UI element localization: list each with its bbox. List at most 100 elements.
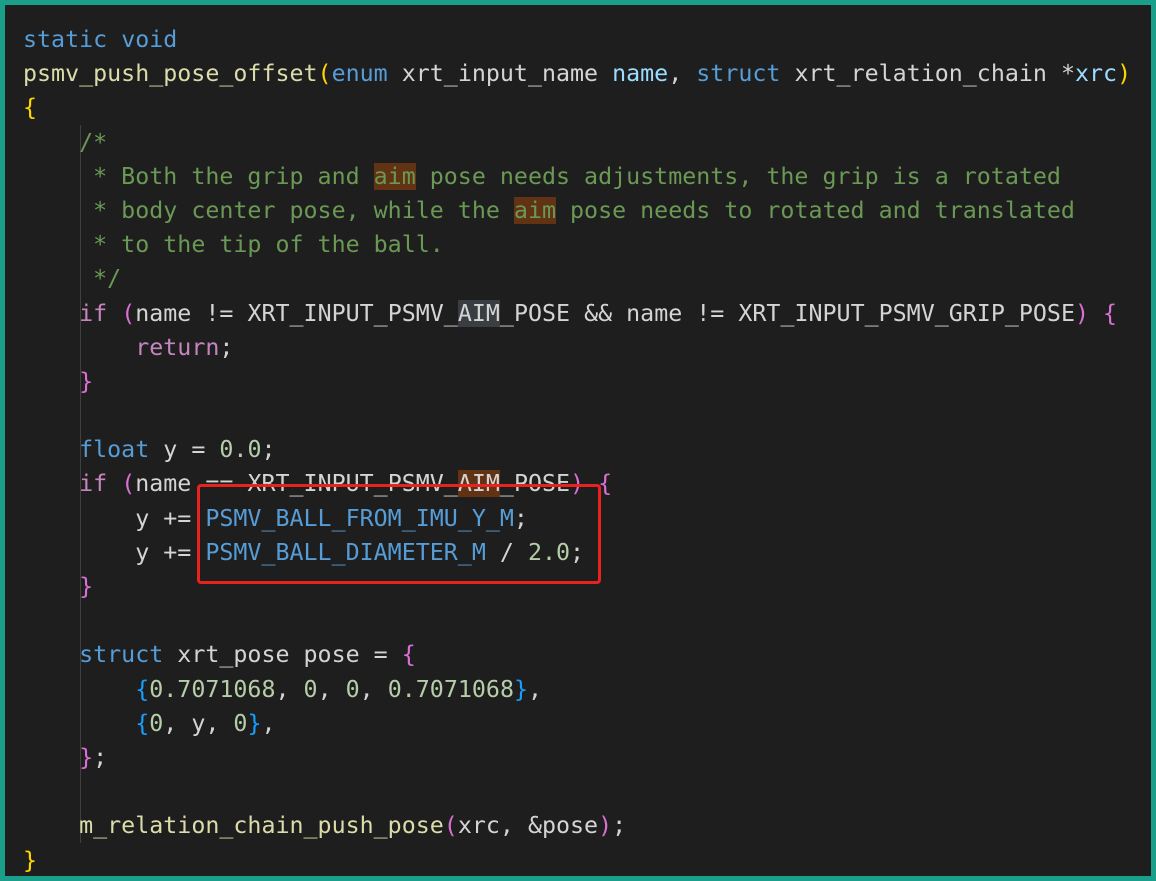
code-token: } bbox=[513, 675, 528, 703]
code-token: , bbox=[528, 675, 543, 703]
code-line: return; bbox=[23, 331, 1151, 365]
code-line: * to the tip of the ball. bbox=[23, 228, 1151, 262]
code-token: ( bbox=[443, 812, 458, 840]
code-token: 0.0 bbox=[219, 436, 262, 464]
code-line: } bbox=[23, 844, 1151, 877]
code-token: pose needs to rotated and translated bbox=[556, 196, 1075, 224]
code-token: if bbox=[79, 299, 108, 327]
code-token: static bbox=[23, 26, 108, 53]
code-token: } bbox=[23, 846, 38, 874]
code-token: ; bbox=[513, 504, 528, 532]
code-token: { bbox=[1103, 299, 1118, 327]
code-line: y += PSMV_BALL_FROM_IMU_Y_M; bbox=[23, 502, 1151, 536]
code-token: { bbox=[23, 94, 38, 122]
code-line: /* bbox=[23, 126, 1151, 160]
code-token: ( bbox=[317, 60, 332, 88]
code-line: float y = 0.0; bbox=[23, 433, 1151, 467]
code-token: , bbox=[668, 60, 697, 88]
code-token: PSMV_BALL_DIAMETER_M bbox=[205, 538, 486, 566]
code-token: ; bbox=[93, 743, 108, 771]
code-lines: static void psmv_push_pose_offset(enum xr… bbox=[23, 23, 1151, 877]
code-line: }; bbox=[23, 741, 1151, 775]
code-token: ) bbox=[598, 812, 613, 840]
code-token: struct bbox=[696, 60, 781, 88]
code-token: , bbox=[359, 675, 388, 703]
code-line: struct xrt_pose pose = { bbox=[23, 638, 1151, 672]
code-token: enum bbox=[331, 60, 388, 88]
code-token: float bbox=[79, 436, 150, 464]
code-token: 2.0 bbox=[527, 538, 571, 566]
code-token: y += bbox=[23, 538, 206, 566]
code-token: */ bbox=[79, 265, 122, 293]
code-token: ) bbox=[1074, 299, 1090, 327]
code-token: ( bbox=[121, 299, 136, 327]
code-token: } bbox=[247, 709, 262, 737]
code-token: xrc bbox=[1075, 60, 1118, 88]
code-token: } bbox=[79, 367, 94, 395]
code-token: xrc, &pose bbox=[457, 812, 599, 840]
code-line: { bbox=[23, 91, 1151, 125]
code-token: AIM bbox=[457, 299, 500, 327]
code-token: * bbox=[1060, 60, 1075, 88]
code-token: name != XRT_INPUT_PSMV_ bbox=[135, 299, 458, 327]
code-token: ) bbox=[1117, 60, 1132, 88]
code-token: , y, bbox=[163, 709, 234, 737]
code-token: xrt_relation_chain bbox=[780, 60, 1061, 88]
code-token: void bbox=[121, 26, 178, 53]
code-line: if (name != XRT_INPUT_PSMV_AIM_POSE && n… bbox=[23, 297, 1151, 331]
code-token: name == XRT_INPUT_PSMV_ bbox=[135, 470, 458, 498]
code-token: PSMV_BALL_FROM_IMU_Y_M bbox=[205, 504, 514, 532]
code-token: if bbox=[79, 470, 108, 498]
code-token: { bbox=[135, 709, 150, 737]
code-token: * body center pose, while the bbox=[79, 196, 514, 224]
code-line: {0, y, 0}, bbox=[23, 707, 1151, 741]
code-token: xrt_input_name bbox=[387, 60, 613, 88]
code-line: y += PSMV_BALL_DIAMETER_M / 2.0; bbox=[23, 536, 1151, 570]
code-token: } bbox=[79, 743, 94, 771]
code-token: , bbox=[317, 675, 346, 703]
code-line: psmv_push_pose_offset(enum xrt_input_nam… bbox=[23, 57, 1151, 91]
code-line: * body center pose, while the aim pose n… bbox=[23, 194, 1151, 228]
code-token: pose needs adjustments, the grip is a ro… bbox=[415, 162, 1061, 190]
code-token: , bbox=[261, 709, 276, 737]
code-line: m_relation_chain_push_pose(xrc, &pose); bbox=[23, 809, 1151, 843]
code-token: 0 bbox=[303, 675, 318, 703]
code-token: y += bbox=[23, 504, 206, 532]
code-token: 0.7071068 bbox=[149, 675, 276, 703]
code-token: { bbox=[401, 641, 416, 669]
code-editor[interactable]: static void psmv_push_pose_offset(enum xr… bbox=[23, 23, 1151, 877]
code-token: / bbox=[485, 538, 528, 566]
screenshot-frame: static void psmv_push_pose_offset(enum xr… bbox=[0, 0, 1156, 881]
code-token: 0 bbox=[233, 709, 248, 737]
code-line: if (name == XRT_INPUT_PSMV_AIM_POSE) { bbox=[23, 467, 1151, 501]
code-token: name bbox=[612, 60, 669, 88]
code-token: AIM bbox=[457, 470, 500, 498]
code-line: } bbox=[23, 570, 1151, 604]
code-token: ; bbox=[612, 812, 627, 840]
code-token: return bbox=[135, 333, 220, 361]
code-token: /* bbox=[79, 128, 108, 156]
code-token: 0 bbox=[149, 709, 164, 737]
code-token: ; bbox=[570, 538, 585, 566]
code-token: { bbox=[135, 675, 150, 703]
code-token: _POSE && name != XRT_INPUT_PSMV_GRIP_POS… bbox=[499, 299, 1075, 327]
